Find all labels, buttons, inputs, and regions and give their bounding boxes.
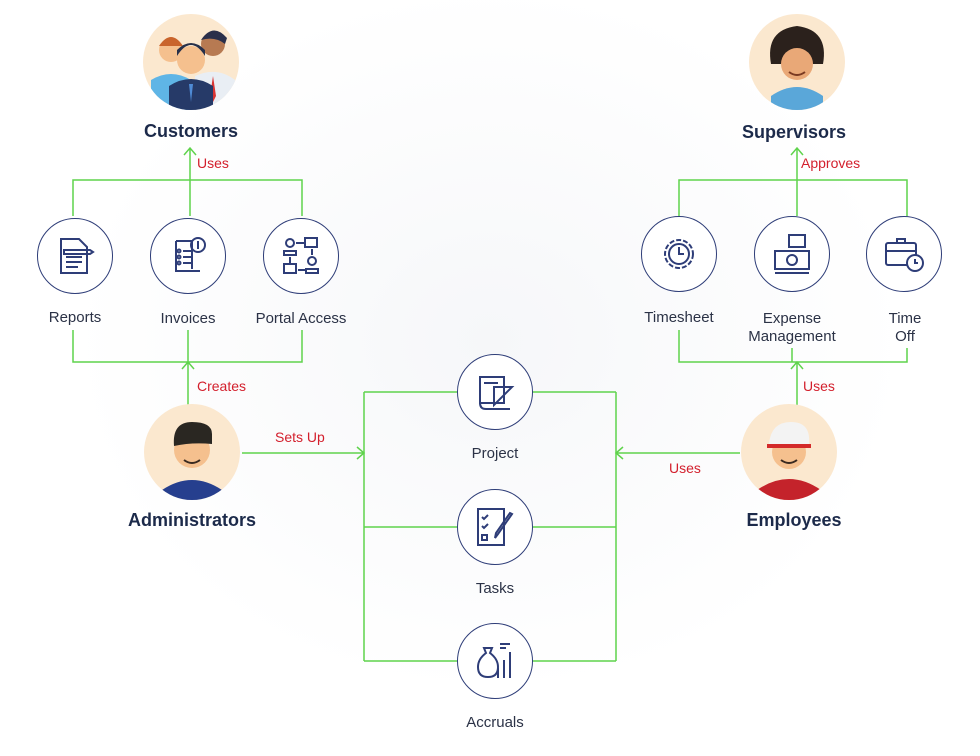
blueprint-icon (479, 376, 515, 410)
accruals-label: Accruals (466, 714, 524, 731)
expense-management-node[interactable] (754, 216, 830, 292)
connector-sets-up (242, 446, 366, 460)
document-pen-icon (60, 238, 95, 274)
invoices-label: Invoices (160, 310, 216, 327)
relation-customers-uses: Uses (197, 155, 229, 171)
invoice-dollar-icon (175, 237, 206, 272)
network-users-icon (283, 237, 319, 274)
timesheet-label: Timesheet (644, 309, 714, 326)
connector-customers-top (72, 146, 303, 216)
relation-employees-uses-center: Uses (669, 460, 701, 476)
portal-access-node[interactable] (263, 218, 339, 294)
connector-customers-bottom (72, 330, 303, 406)
expense-management-label: Expense Management (748, 310, 836, 345)
supervisors-label: Supervisors (741, 122, 847, 142)
reports-node[interactable] (37, 218, 113, 294)
money-bag-chart-icon (476, 643, 511, 679)
employees-avatar (741, 404, 837, 500)
briefcase-clock-icon (885, 238, 924, 272)
project-node[interactable] (457, 354, 533, 430)
invoices-node[interactable] (150, 218, 226, 294)
tasks-node[interactable] (457, 489, 533, 565)
relation-admin-sets-up: Sets Up (275, 429, 325, 445)
timesheet-node[interactable] (641, 216, 717, 292)
administrators-label: Administrators (127, 510, 257, 530)
time-off-label: Time Off (888, 310, 922, 345)
time-off-node[interactable] (866, 216, 942, 292)
relation-supervisors-approves: Approves (801, 155, 861, 171)
checklist-pencil-icon (477, 508, 514, 546)
reports-label: Reports (48, 309, 102, 326)
customers-avatar (143, 14, 239, 110)
relation-admin-creates: Creates (197, 378, 247, 394)
connector-supervisors (678, 146, 908, 216)
portal-access-label: Portal Access (255, 310, 347, 327)
accruals-node[interactable] (457, 623, 533, 699)
project-label: Project (471, 445, 519, 462)
customers-label: Customers (143, 121, 239, 141)
relation-employees-uses-top: Uses (803, 378, 835, 394)
gear-clock-icon (664, 239, 694, 269)
administrators-avatar (144, 404, 240, 500)
tasks-label: Tasks (475, 580, 515, 597)
connector-employees-uses (614, 446, 740, 460)
money-icon (774, 234, 810, 274)
supervisors-avatar (749, 14, 845, 110)
workflow-diagram: Customers Uses Supervisors Approves Admi… (0, 0, 980, 756)
employees-label: Employees (746, 510, 842, 530)
